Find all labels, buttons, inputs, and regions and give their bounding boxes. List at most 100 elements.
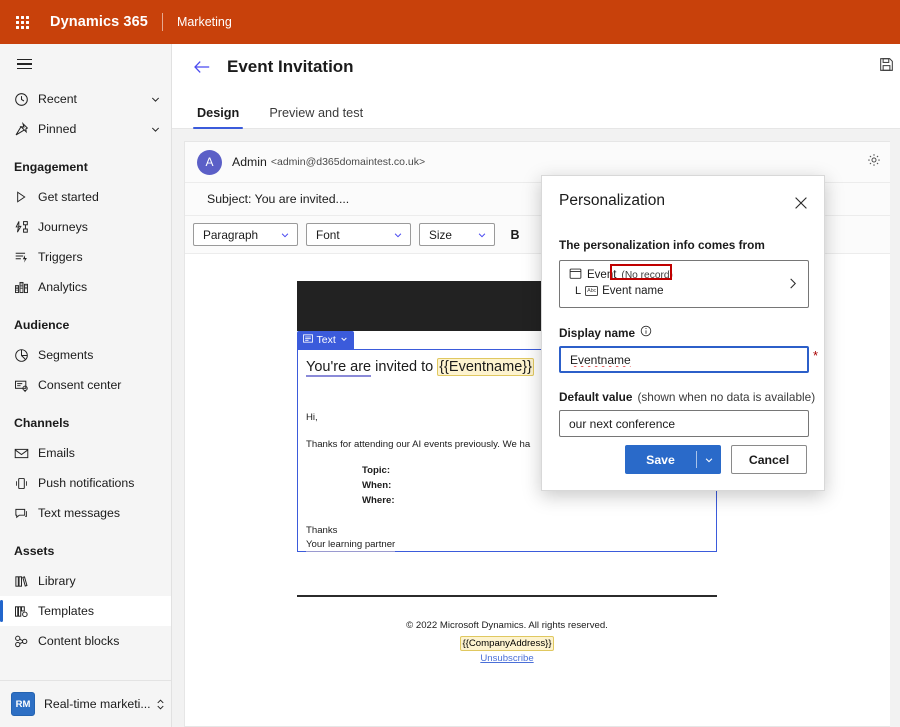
app-switcher[interactable]: RM Real-time marketi... — [0, 680, 171, 727]
sidebar-group-channels: Channels — [0, 408, 171, 438]
chevron-down-icon — [340, 334, 348, 346]
phone-icon — [14, 474, 36, 492]
sidebar-item-label: Analytics — [38, 280, 87, 294]
sidebar-group-audience: Audience — [0, 310, 171, 340]
signoff-partner: Your learning partner — [306, 538, 395, 553]
chevron-down-icon — [477, 230, 487, 240]
personalization-token-companyaddress[interactable]: {{CompanyAddress}} — [460, 636, 553, 651]
page-title: Event Invitation — [227, 57, 354, 77]
sidebar-item-emails[interactable]: Emails — [0, 438, 171, 468]
avatar: A — [197, 150, 222, 175]
app-launcher-icon[interactable] — [0, 0, 44, 44]
app-name[interactable]: Marketing — [177, 15, 232, 29]
save-button[interactable]: Save — [625, 445, 721, 474]
sidebar-item-label: Emails — [38, 446, 75, 460]
back-arrow-icon[interactable] — [193, 59, 211, 75]
font-select[interactable]: Font — [306, 223, 411, 246]
sidebar-item-recent[interactable]: Recent — [0, 84, 171, 114]
text-block-label: Text — [317, 334, 336, 346]
source-no-record: (No record) — [621, 270, 673, 281]
text-block-icon — [303, 334, 313, 346]
text-block-chip[interactable]: Text — [297, 331, 354, 349]
sidebar-item-content-blocks[interactable]: Content blocks — [0, 626, 171, 656]
chevron-down-icon — [280, 230, 290, 240]
sidebar-item-label: Consent center — [38, 378, 121, 392]
display-name-field-group: Display name * — [559, 325, 809, 373]
sidebar-item-text-messages[interactable]: Text messages — [0, 498, 171, 528]
source-field-row: L Abc Event name — [575, 285, 808, 297]
default-value-label-hint: (shown when no data is available) — [637, 390, 815, 404]
consent-icon — [14, 376, 36, 394]
library-icon — [14, 572, 36, 590]
sidebar-item-label: Journeys — [38, 220, 88, 234]
email-footer: © 2022 Microsoft Dynamics. All rights re… — [297, 619, 717, 664]
sidebar-item-label: Library — [38, 574, 76, 588]
top-brand-bar: Dynamics 365 Marketing — [0, 0, 900, 44]
default-value-input[interactable] — [559, 410, 809, 437]
display-name-input[interactable] — [559, 346, 809, 373]
brand-name[interactable]: Dynamics 365 — [50, 14, 148, 30]
sidebar-item-journeys[interactable]: Journeys — [0, 212, 171, 242]
sidebar-item-label: Push notifications — [38, 476, 134, 490]
cancel-button[interactable]: Cancel — [731, 445, 807, 474]
sidebar-item-library[interactable]: Library — [0, 566, 171, 596]
signoff-thanks: Thanks — [306, 524, 708, 538]
content-blocks-icon — [14, 632, 36, 650]
sidebar-item-label: Segments — [38, 348, 93, 362]
sidebar-item-get-started[interactable]: Get started — [0, 182, 171, 212]
page-header: Event Invitation — [172, 44, 900, 89]
personalization-token-eventname[interactable]: {{Eventname}} — [437, 358, 534, 376]
required-marker: * — [813, 349, 818, 362]
chevron-down-icon[interactable] — [150, 94, 161, 105]
source-label: The personalization info comes from — [559, 238, 809, 252]
sender-name: Admin — [232, 155, 267, 169]
info-icon[interactable] — [640, 325, 652, 340]
close-icon[interactable] — [788, 190, 814, 216]
size-select[interactable]: Size — [419, 223, 495, 246]
sidebar-item-consent-center[interactable]: Consent center — [0, 370, 171, 400]
calendar-icon — [569, 267, 582, 283]
chat-icon — [14, 504, 36, 522]
hamburger-icon[interactable] — [2, 44, 46, 84]
paragraph-style-select[interactable]: Paragraph — [193, 223, 298, 246]
save-disk-icon[interactable] — [879, 57, 894, 77]
gear-icon[interactable] — [867, 153, 881, 172]
dialog-actions: Save Cancel — [542, 445, 824, 474]
sidebar-item-label: Pinned — [38, 122, 76, 136]
sidebar-item-analytics[interactable]: Analytics — [0, 272, 171, 302]
chevron-right-icon[interactable] — [787, 277, 798, 295]
sidebar-item-label: Recent — [38, 92, 77, 106]
editor-scrollbar[interactable] — [890, 129, 900, 727]
sidebar-item-label: Text messages — [38, 506, 120, 520]
chevron-down-icon[interactable] — [697, 445, 721, 474]
source-entity-name: Event — [587, 269, 616, 281]
bold-button[interactable]: B — [503, 223, 527, 247]
sidebar-item-pinned[interactable]: Pinned — [0, 114, 171, 144]
envelope-icon — [14, 444, 36, 462]
chevron-down-icon[interactable] — [150, 124, 161, 135]
sidebar-item-label: Content blocks — [38, 634, 119, 648]
personalization-dialog: Personalization The personalization info… — [541, 175, 825, 491]
dialog-title: Personalization — [559, 192, 665, 210]
sidebar-item-push-notifications[interactable]: Push notifications — [0, 468, 171, 498]
sidebar-item-templates[interactable]: Templates — [0, 596, 171, 626]
sidebar-item-label: Get started — [38, 190, 99, 204]
app-switcher-label: Real-time marketi... — [44, 697, 151, 711]
sidebar-item-label: Triggers — [38, 250, 83, 264]
detail-where: Where: — [362, 493, 708, 508]
sidebar-group-engagement: Engagement — [0, 152, 171, 182]
sidebar-item-segments[interactable]: Segments — [0, 340, 171, 370]
pin-icon — [14, 120, 36, 138]
paragraph-style-value: Paragraph — [203, 228, 258, 242]
copyright-text: © 2022 Microsoft Dynamics. All rights re… — [297, 619, 717, 633]
display-name-label: Display name — [559, 325, 809, 340]
email-signature: Thanks Your learning partner — [306, 524, 708, 552]
display-name-label-text: Display name — [559, 326, 635, 340]
tab-design[interactable]: Design — [193, 106, 243, 128]
updown-chevron-icon[interactable] — [155, 698, 166, 711]
sidebar-item-triggers[interactable]: Triggers — [0, 242, 171, 272]
unsubscribe-link[interactable]: Unsubscribe — [297, 653, 717, 664]
source-field-name: Event name — [602, 285, 663, 297]
personalization-source-selector[interactable]: Event (No record) L Abc Event name — [559, 260, 809, 308]
tab-preview-and-test[interactable]: Preview and test — [265, 106, 367, 128]
